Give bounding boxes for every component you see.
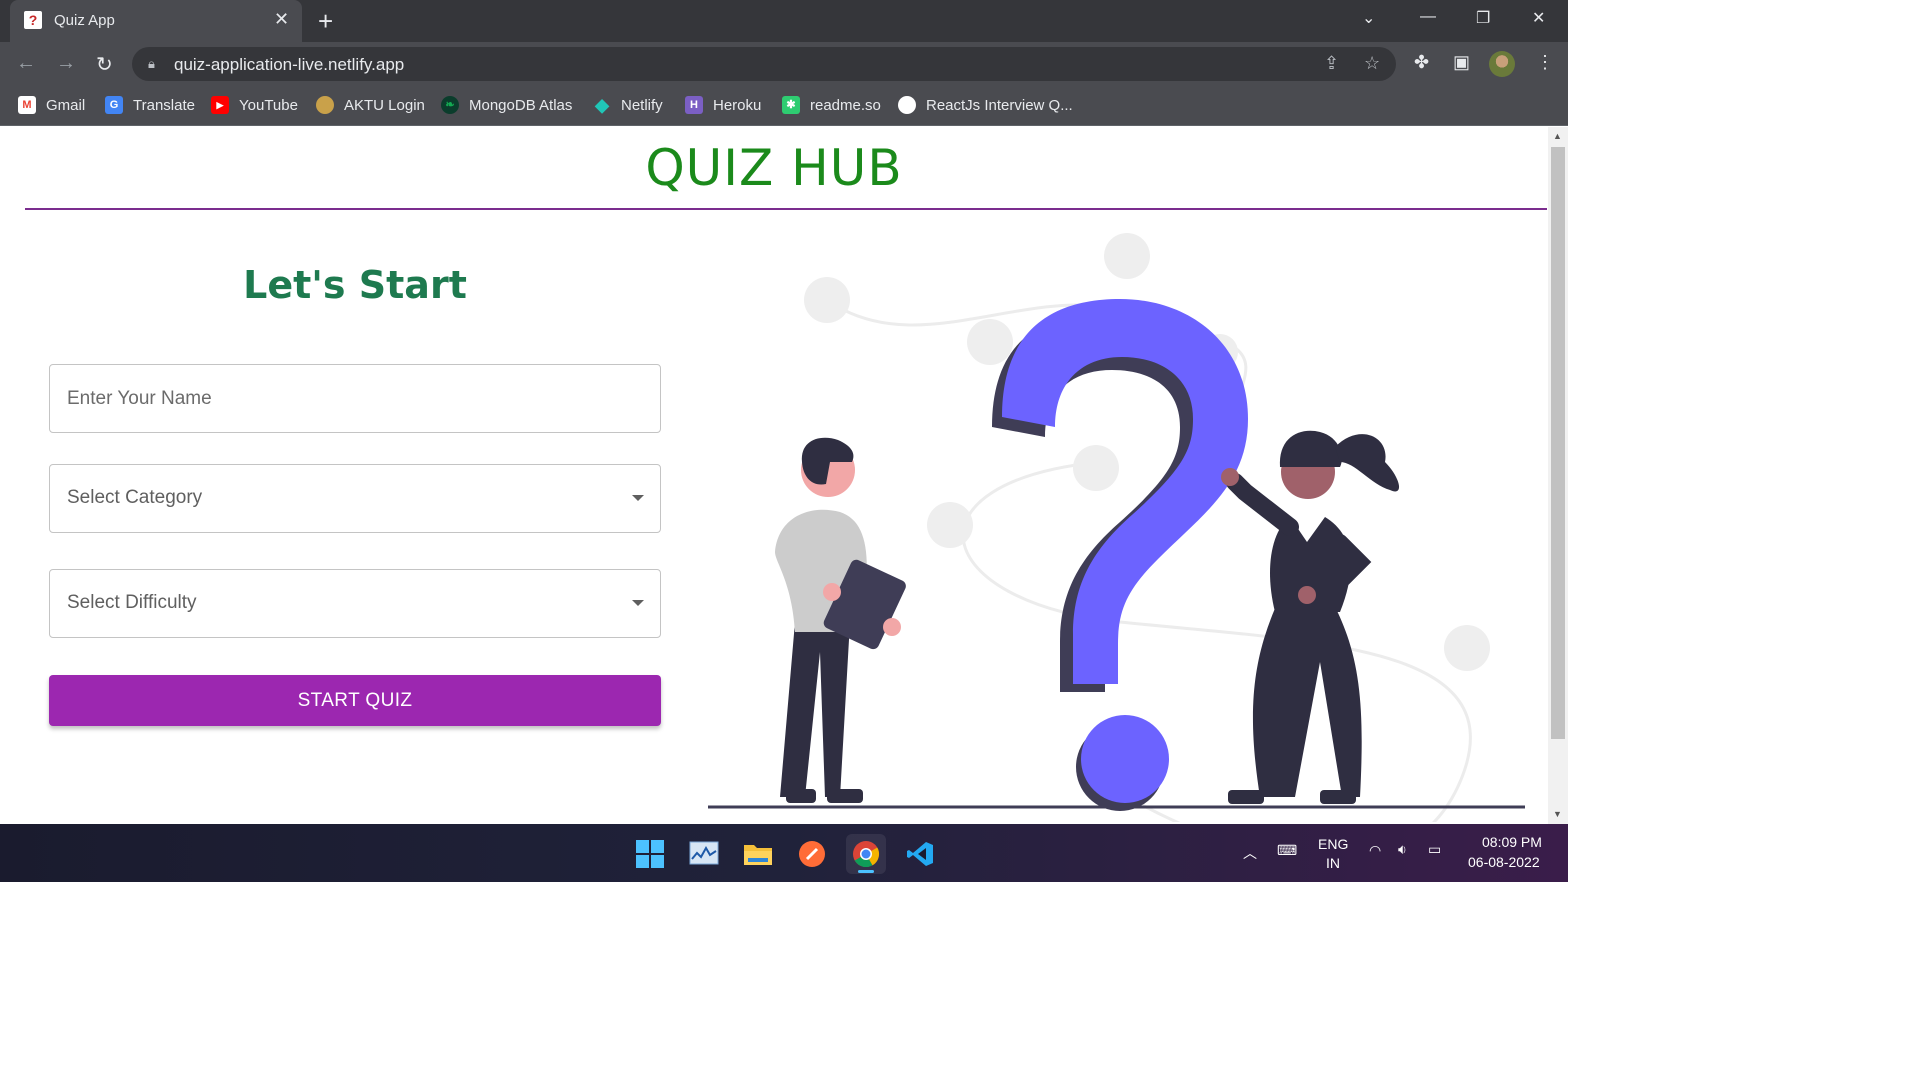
bookmark-mongodb[interactable]: ❧ MongoDB Atlas — [441, 94, 572, 116]
language-indicator[interactable]: ENG — [1318, 836, 1348, 852]
title-divider — [25, 208, 1547, 210]
scroll-up-icon[interactable]: ▲ — [1553, 131, 1562, 141]
chevron-down-icon — [632, 600, 644, 606]
gmail-icon: M — [18, 96, 36, 114]
aktu-icon — [316, 96, 334, 114]
youtube-icon: ▶ — [211, 96, 229, 114]
side-panel-icon[interactable]: ▣ — [1453, 52, 1470, 73]
back-icon[interactable]: ← — [16, 52, 36, 75]
category-select-label: Select Category — [67, 487, 203, 508]
bookmark-readme[interactable]: ✱ readme.so — [782, 94, 881, 116]
github-icon — [898, 96, 916, 114]
vscode-icon[interactable] — [900, 834, 940, 874]
bookmark-gmail[interactable]: M Gmail — [18, 94, 85, 116]
bookmark-translate[interactable]: G Translate — [105, 94, 195, 116]
bookmark-youtube[interactable]: ▶ YouTube — [211, 94, 298, 116]
bookmark-aktu[interactable]: AKTU Login — [316, 94, 425, 116]
reload-icon[interactable]: ↻ — [96, 52, 113, 77]
page-viewport: QUIZ HUB Let's Start Select Category Sel… — [0, 127, 1548, 824]
tab-close-icon[interactable]: ✕ — [274, 9, 289, 30]
tab-favicon-icon: ? — [24, 11, 42, 29]
close-window-icon[interactable]: ✕ — [1532, 8, 1545, 28]
difficulty-select-label: Select Difficulty — [67, 592, 197, 613]
category-select[interactable]: Select Category — [49, 464, 661, 533]
page-scrollbar[interactable]: ▲ ▼ — [1548, 127, 1568, 824]
app-title: QUIZ HUB — [645, 139, 903, 197]
language-region: IN — [1326, 855, 1340, 871]
wifi-icon[interactable]: ◠ — [1369, 842, 1381, 859]
clock-time[interactable]: 08:09 PM — [1482, 834, 1542, 850]
keyboard-icon[interactable]: ⌨ — [1277, 842, 1297, 859]
tab-title: Quiz App — [54, 12, 115, 29]
scroll-down-icon[interactable]: ▼ — [1553, 809, 1562, 819]
bookmark-reactjs-interview[interactable]: ReactJs Interview Q... — [898, 94, 1073, 116]
readme-icon: ✱ — [782, 96, 800, 114]
question-illustration — [708, 233, 1525, 822]
bookmarks-bar: M Gmail G Translate ▶ YouTube AKTU Login… — [0, 86, 1568, 126]
clock-date[interactable]: 06-08-2022 — [1468, 854, 1540, 870]
menu-icon[interactable]: ⋮ — [1536, 52, 1554, 73]
mongodb-icon: ❧ — [441, 96, 459, 114]
difficulty-select[interactable]: Select Difficulty — [49, 569, 661, 638]
file-explorer-icon[interactable] — [738, 834, 778, 874]
chevron-up-icon[interactable]: ︿ — [1243, 843, 1257, 863]
bookmark-label: readme.so — [810, 96, 881, 114]
name-input[interactable] — [50, 365, 660, 432]
scrollbar-thumb[interactable] — [1551, 147, 1565, 739]
active-app-indicator — [858, 870, 874, 873]
translate-icon: G — [105, 96, 123, 114]
bookmark-label: MongoDB Atlas — [469, 96, 573, 114]
postman-icon[interactable] — [792, 834, 832, 874]
browser-titlebar: ? Quiz App ✕ + ⌄ — ❐ ✕ — [0, 0, 1568, 42]
browser-tab[interactable]: ? Quiz App ✕ — [10, 0, 302, 42]
share-icon[interactable]: ⇪ — [1324, 53, 1339, 74]
browser-toolbar: ← → ↻ 🔒︎ quiz-application-live.netlify.a… — [0, 42, 1568, 86]
task-manager-icon[interactable] — [684, 834, 724, 874]
bookmark-netlify[interactable]: ◆ Netlify — [593, 94, 663, 116]
bookmark-star-icon[interactable]: ☆ — [1364, 53, 1380, 74]
bookmark-heroku[interactable]: H Heroku — [685, 94, 761, 116]
bookmark-label: ReactJs Interview Q... — [926, 96, 1073, 114]
volume-icon[interactable]: 🔉︎ — [1398, 841, 1407, 858]
netlify-icon: ◆ — [595, 95, 609, 115]
bookmark-label: Translate — [133, 96, 195, 114]
restore-icon[interactable]: ❐ — [1476, 8, 1490, 28]
start-heading: Let's Start — [243, 263, 467, 307]
profile-avatar[interactable] — [1489, 51, 1515, 77]
minimize-icon[interactable]: — — [1420, 8, 1436, 26]
bookmark-label: Gmail — [46, 96, 86, 114]
url-text: quiz-application-live.netlify.app — [174, 55, 405, 74]
bookmark-label: Heroku — [713, 96, 762, 114]
bookmark-label: AKTU Login — [344, 96, 425, 114]
heroku-icon: H — [685, 96, 703, 114]
windows-start-icon[interactable] — [630, 834, 670, 874]
bookmark-label: YouTube — [239, 96, 298, 114]
battery-icon[interactable]: ▭ — [1428, 841, 1441, 858]
bookmark-label: Netlify — [621, 96, 663, 114]
tab-search-icon[interactable]: ⌄ — [1362, 8, 1375, 28]
extensions-icon[interactable]: ✤ — [1414, 52, 1429, 73]
name-field[interactable] — [49, 364, 661, 433]
new-tab-button[interactable]: + — [318, 6, 333, 37]
lock-icon: 🔒︎ — [148, 56, 155, 71]
chevron-down-icon — [632, 495, 644, 501]
windows-taskbar: ︿ ⌨ ENG IN ◠ 🔉︎ ▭ 08:09 PM 06-08-2022 — [0, 824, 1568, 882]
chrome-icon[interactable] — [846, 834, 886, 874]
forward-icon[interactable]: → — [56, 52, 76, 75]
start-quiz-button[interactable]: START QUIZ — [49, 675, 661, 726]
address-bar[interactable]: 🔒︎ quiz-application-live.netlify.app ⇪ ☆ — [132, 47, 1396, 81]
